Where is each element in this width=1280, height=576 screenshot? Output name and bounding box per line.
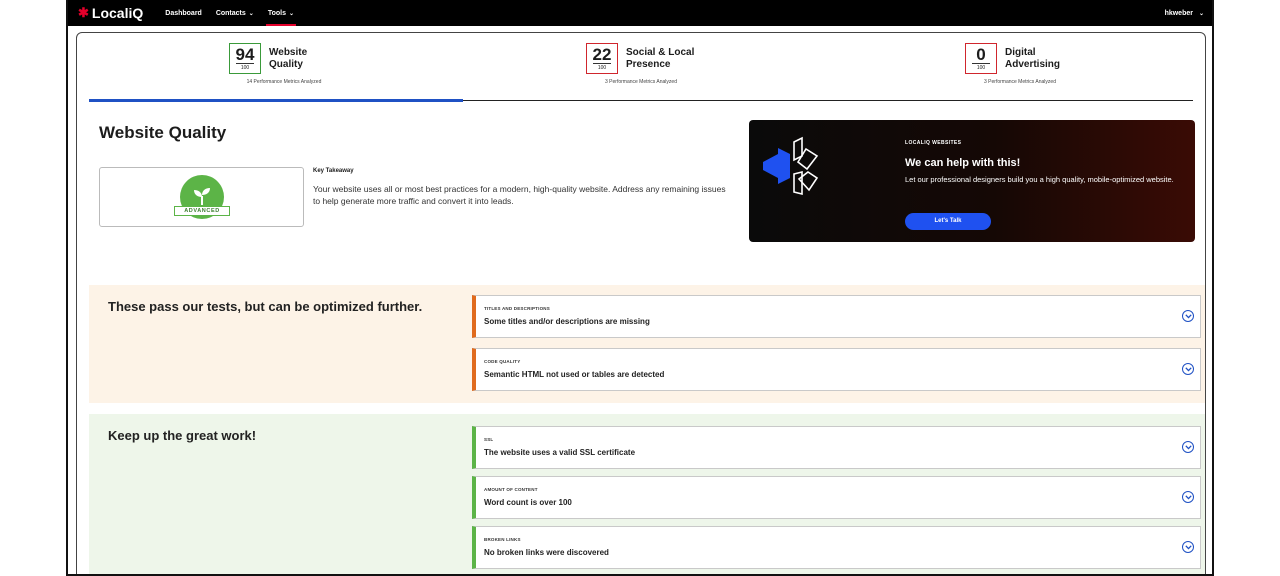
chevron-down-icon: ⌄ bbox=[1198, 10, 1204, 17]
app-frame: ✱ LocaliQ Dashboard Contacts ⌄ Tools ⌄ h… bbox=[66, 0, 1214, 576]
score-box: 0 100 bbox=[965, 43, 997, 74]
tab-digital-advertising[interactable]: 0 100 Digital Advertising 3 Performance … bbox=[965, 43, 1085, 85]
promo-eyebrow: LOCALIQ WEBSITES bbox=[905, 140, 962, 146]
expand-chevron-icon[interactable] bbox=[1182, 310, 1194, 322]
item-category: BROKEN LINKS bbox=[484, 537, 521, 542]
score-denominator: 100 bbox=[972, 63, 990, 71]
expand-chevron-icon[interactable] bbox=[1182, 363, 1194, 375]
badge-label: ADVANCED bbox=[174, 206, 230, 216]
user-menu[interactable]: hkweber ⌄ bbox=[1165, 0, 1204, 26]
score-value: 22 bbox=[592, 45, 612, 64]
top-navigation-bar: ✱ LocaliQ Dashboard Contacts ⌄ Tools ⌄ h… bbox=[68, 0, 1212, 26]
item-text: No broken links were discovered bbox=[484, 548, 609, 557]
result-item[interactable]: BROKEN LINKS No broken links were discov… bbox=[472, 526, 1201, 569]
result-item[interactable]: CODE QUALITY Semantic HTML not used or t… bbox=[472, 348, 1201, 391]
passing-section: Keep up the great work! SSL The website … bbox=[89, 414, 1205, 574]
score-metrics-count: 3 Performance Metrics Analyzed bbox=[605, 79, 677, 85]
localiq-logo[interactable]: ✱ LocaliQ bbox=[78, 5, 143, 21]
score-metrics-count: 14 Performance Metrics Analyzed bbox=[246, 79, 322, 85]
score-box: 94 100 bbox=[229, 43, 261, 74]
promo-heading: We can help with this! bbox=[905, 157, 1021, 169]
report-panel: 94 100 Website Quality 14 Performance Me… bbox=[76, 32, 1206, 574]
expand-chevron-icon[interactable] bbox=[1182, 441, 1194, 453]
item-text: Semantic HTML not used or tables are det… bbox=[484, 370, 665, 379]
nav-tools-label: Tools bbox=[267, 9, 286, 17]
tab-website-quality[interactable]: 94 100 Website Quality 14 Performance Me… bbox=[229, 43, 349, 85]
item-text: Word count is over 100 bbox=[484, 498, 572, 507]
score-box: 22 100 bbox=[586, 43, 618, 74]
score-tabs: 94 100 Website Quality 14 Performance Me… bbox=[89, 33, 1193, 102]
item-category: SSL bbox=[484, 437, 494, 442]
key-takeaway-text: Your website uses all or most best pract… bbox=[313, 184, 726, 206]
result-item[interactable]: AMOUNT OF CONTENT Word count is over 100 bbox=[472, 476, 1201, 519]
optimize-section: These pass our tests, but can be optimiz… bbox=[89, 285, 1205, 403]
section-title: These pass our tests, but can be optimiz… bbox=[108, 299, 423, 314]
score-label: Social & Local Presence bbox=[626, 46, 695, 70]
nav-contacts[interactable]: Contacts ⌄ bbox=[216, 0, 254, 26]
item-category: AMOUNT OF CONTENT bbox=[484, 487, 538, 492]
nav-contacts-label: Contacts bbox=[215, 9, 246, 17]
expand-chevron-icon[interactable] bbox=[1182, 491, 1194, 503]
chevron-down-icon: ⌄ bbox=[288, 10, 294, 17]
score-value: 0 bbox=[976, 45, 986, 64]
expand-chevron-icon[interactable] bbox=[1182, 541, 1194, 553]
score-label: Digital Advertising bbox=[1005, 46, 1061, 70]
section-title: Keep up the great work! bbox=[108, 428, 257, 443]
score-value: 94 bbox=[235, 45, 255, 64]
logo-text: LocaliQ bbox=[91, 5, 144, 21]
nav-dashboard-label: Dashboard bbox=[165, 9, 202, 17]
score-denominator: 100 bbox=[236, 63, 254, 71]
nav-dashboard[interactable]: Dashboard bbox=[165, 0, 202, 26]
key-takeaway-heading: Key Takeaway bbox=[313, 168, 354, 174]
promo-banner: LOCALIQ WEBSITES We can help with this! … bbox=[749, 120, 1195, 242]
score-metrics-count: 3 Performance Metrics Analyzed bbox=[984, 79, 1056, 85]
chevron-down-icon: ⌄ bbox=[248, 10, 254, 17]
main-nav: Dashboard Contacts ⌄ Tools ⌄ bbox=[165, 0, 297, 26]
item-text: The website uses a valid SSL certificate bbox=[484, 448, 636, 457]
localiq-asterisk-icon bbox=[761, 134, 823, 203]
score-label: Website Quality bbox=[269, 46, 308, 70]
promo-body: Let our professional designers build you… bbox=[905, 175, 1174, 184]
tab-social-local-presence[interactable]: 22 100 Social & Local Presence 3 Perform… bbox=[586, 43, 706, 85]
item-category: TITLES AND DESCRIPTIONS bbox=[484, 306, 550, 311]
nav-tools[interactable]: Tools ⌄ bbox=[265, 0, 297, 26]
score-denominator: 100 bbox=[593, 63, 611, 71]
lets-talk-button[interactable]: Let's Talk bbox=[905, 213, 991, 230]
localiq-star-icon: ✱ bbox=[78, 5, 89, 20]
user-name: hkweber bbox=[1164, 9, 1193, 17]
result-item[interactable]: TITLES AND DESCRIPTIONS Some titles and/… bbox=[472, 295, 1201, 338]
advanced-badge-card: ADVANCED bbox=[99, 167, 304, 227]
item-category: CODE QUALITY bbox=[484, 359, 521, 364]
item-text: Some titles and/or descriptions are miss… bbox=[484, 317, 650, 326]
page-title: Website Quality bbox=[99, 123, 227, 142]
result-item[interactable]: SSL The website uses a valid SSL certifi… bbox=[472, 426, 1201, 469]
active-tab-indicator bbox=[89, 99, 463, 102]
